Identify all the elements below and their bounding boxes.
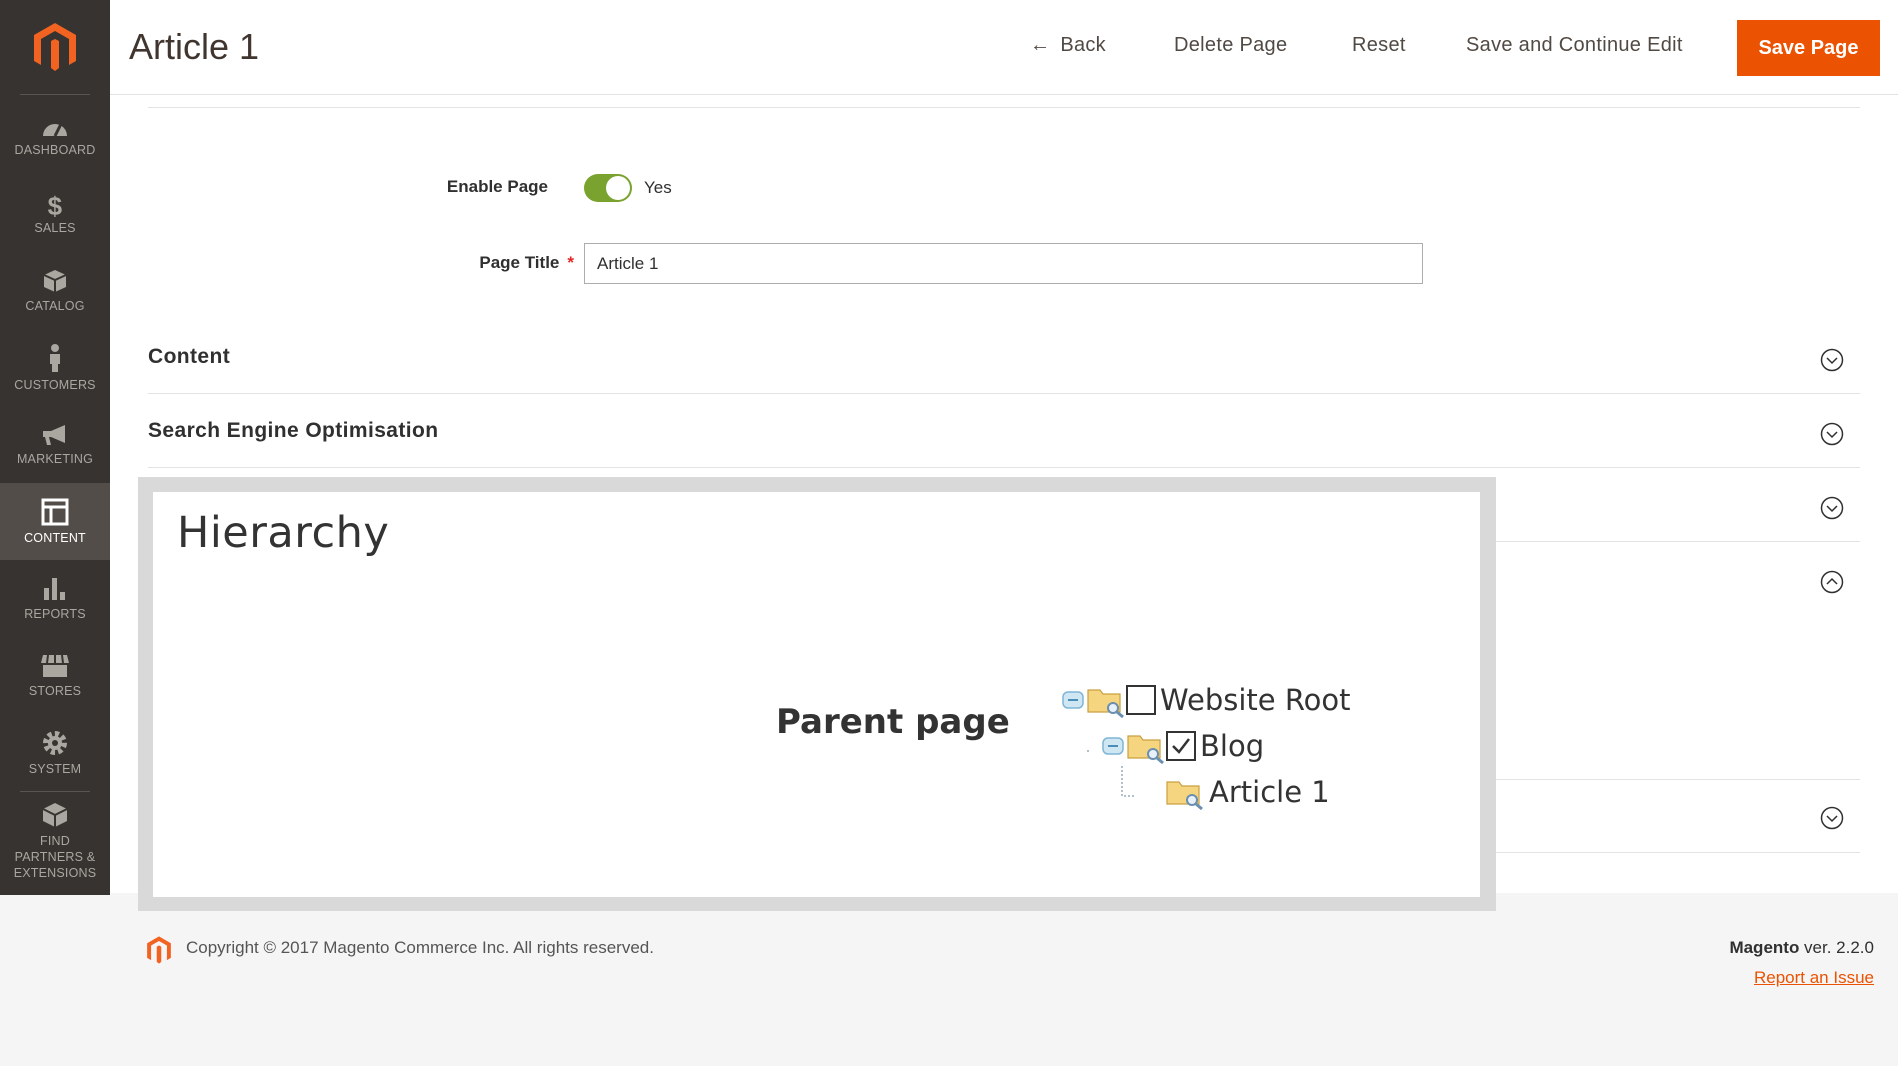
save-continue-button[interactable]: Save and Continue Edit [1466, 34, 1683, 57]
folder-icon [1087, 689, 1124, 718]
page-footer: Copyright © 2017 Magento Commerce Inc. A… [110, 893, 1898, 1066]
checkmark-icon [1172, 738, 1190, 754]
dollar-icon: $ [47, 190, 63, 221]
sidebar-item-label: CATALOG [25, 298, 85, 313]
sidebar-item-find-partners[interactable]: FIND PARTNERS & EXTENSIONS [0, 796, 110, 886]
page-title-label-text: Page Title [479, 253, 560, 272]
box-icon [42, 803, 68, 827]
page-title-input[interactable] [584, 243, 1423, 284]
chevron-down-icon[interactable] [1820, 496, 1844, 520]
tree-checkbox[interactable] [1126, 685, 1156, 715]
page-title-label: Page Title * [350, 253, 574, 273]
chevron-up-icon[interactable] [1820, 570, 1844, 594]
sidebar-item-label: STORES [28, 683, 82, 698]
sidebar-item-marketing[interactable]: MARKETING [0, 406, 110, 483]
enable-page-label: Enable Page [446, 177, 548, 196]
store-icon [41, 654, 69, 677]
hierarchy-title: Hierarchy [177, 508, 390, 558]
tree-node-website-root[interactable]: Website Root [1060, 682, 1351, 718]
sidebar-divider [20, 791, 90, 792]
collapse-icon[interactable] [1100, 733, 1126, 759]
sidebar-item-label: CONTENT [24, 530, 86, 545]
save-page-button[interactable]: Save Page [1737, 20, 1880, 76]
tree-label: Blog [1200, 729, 1265, 763]
sidebar-item-customers[interactable]: CUSTOMERS [0, 329, 110, 406]
page-header: Article 1 ← Back Delete Page Reset Save a… [110, 0, 1898, 95]
magento-logo-icon [147, 936, 171, 964]
magento-logo[interactable] [0, 0, 110, 94]
sidebar-item-sales[interactable]: $ SALES [0, 175, 110, 252]
layout-icon [41, 498, 69, 525]
dashboard-icon [43, 122, 67, 137]
chevron-down-icon[interactable] [1820, 806, 1844, 830]
section-content-title[interactable]: Content [148, 345, 230, 369]
divider [148, 393, 1860, 394]
divider [1496, 541, 1860, 542]
sidebar-item-label: SYSTEM [28, 761, 82, 776]
chevron-down-icon[interactable] [1820, 348, 1844, 372]
sidebar-item-dashboard[interactable]: DASHBOARD [0, 98, 110, 175]
collapse-icon[interactable] [1060, 687, 1086, 713]
sidebar-item-reports[interactable]: REPORTS [0, 560, 110, 637]
gear-icon [43, 730, 67, 755]
version-number: ver. 2.2.0 [1799, 938, 1874, 957]
admin-sidebar: DASHBOARD $ SALES CATALOG CUSTOMERS MARK… [0, 0, 110, 895]
divider [1496, 779, 1860, 780]
chevron-down-icon[interactable] [1820, 422, 1844, 446]
sidebar-divider [20, 94, 90, 95]
hierarchy-callout: Hierarchy Parent page Website Root Blog … [138, 477, 1496, 911]
back-label: Back [1060, 34, 1106, 56]
sidebar-item-label: FIND PARTNERS & EXTENSIONS [13, 834, 97, 880]
person-icon [50, 343, 60, 372]
sidebar-item-catalog[interactable]: CATALOG [0, 252, 110, 329]
report-issue-link[interactable]: Report an Issue [1754, 968, 1874, 988]
enable-page-value: Yes [644, 178, 672, 197]
sidebar-item-system[interactable]: SYSTEM [0, 714, 110, 791]
copyright-text: Copyright © 2017 Magento Commerce Inc. A… [186, 938, 654, 957]
tree-checkbox-checked[interactable] [1166, 731, 1196, 761]
required-asterisk: * [567, 253, 574, 272]
tree-node-article-1[interactable]: Article 1 [1165, 774, 1330, 810]
sidebar-item-label: MARKETING [16, 451, 94, 466]
tree-node-blog[interactable]: Blog [1100, 728, 1264, 764]
arrow-left-icon: ← [1030, 34, 1051, 56]
divider [1496, 852, 1860, 853]
bar-chart-icon [44, 577, 65, 600]
folder-icon [1127, 735, 1164, 764]
magento-logo-icon [34, 23, 76, 71]
reset-button[interactable]: Reset [1352, 34, 1406, 57]
sidebar-item-content[interactable]: CONTENT [0, 483, 110, 560]
folder-icon [1166, 781, 1203, 810]
parent-page-label: Parent page [776, 702, 1010, 742]
cube-icon [43, 269, 67, 292]
divider [148, 467, 1860, 468]
delete-page-button[interactable]: Delete Page [1174, 34, 1287, 57]
section-seo-title[interactable]: Search Engine Optimisation [148, 419, 438, 443]
page-title: Article 1 [129, 26, 260, 67]
sidebar-item-stores[interactable]: STORES [0, 637, 110, 714]
sidebar-item-label: DASHBOARD [14, 142, 96, 157]
version-text: Magento ver. 2.2.0 [1729, 938, 1874, 958]
divider [148, 107, 1860, 108]
sidebar-item-label: SALES [34, 220, 76, 235]
brand-name: Magento [1729, 938, 1800, 957]
enable-page-toggle[interactable] [584, 174, 632, 202]
sidebar-item-label: REPORTS [24, 606, 86, 621]
tree-label: Website Root [1160, 683, 1351, 717]
tree-label: Article 1 [1209, 775, 1330, 809]
sidebar-item-label: CUSTOMERS [14, 377, 96, 392]
hierarchy-panel: Hierarchy Parent page Website Root Blog … [153, 492, 1480, 897]
megaphone-icon [43, 424, 65, 445]
back-button[interactable]: ← Back [1030, 34, 1106, 57]
